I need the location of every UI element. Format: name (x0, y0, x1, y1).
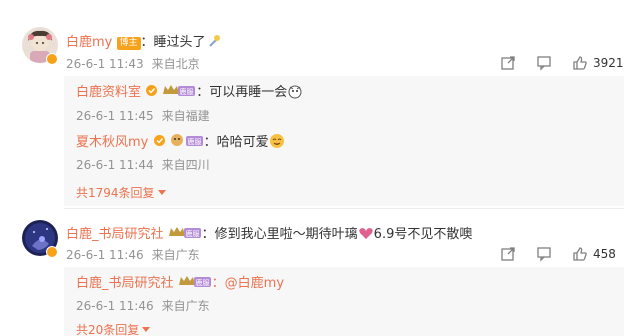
reply-item: 白鹿_书局研究社 鹿服 ：@白鹿my (76, 272, 284, 293)
reply-date: 26-6-1 11:46 (76, 299, 154, 313)
more-replies-label: 共20条回复 (76, 323, 140, 336)
emoji-icon (206, 33, 222, 53)
comment-author[interactable]: 白鹿my 博主 ：睡过头了 (66, 31, 222, 53)
like-button[interactable]: 3921 (572, 53, 624, 73)
reply-item: 白鹿资料室 鹿服 ：可以再睡一会 (76, 81, 303, 103)
comment-icon (537, 247, 551, 262)
comment-icon (537, 56, 551, 71)
like-icon (573, 56, 587, 70)
share-icon (501, 247, 515, 261)
emoji-icon (269, 133, 285, 153)
comment-meta: 26-6-1 11:46 来自广东 (66, 246, 208, 263)
reply-text: ：哈哈可爱 (203, 135, 269, 150)
like-count: 3921 (593, 56, 624, 70)
more-replies-label: 共1794条回复 (76, 186, 155, 200)
like-icon (573, 247, 587, 261)
crown-icon: 鹿服 (162, 82, 196, 102)
author-name[interactable]: 白鹿my (66, 35, 112, 50)
reply-list: 白鹿资料室 鹿服 ：可以再睡一会 26-6-1 11:45 来自福建 夏木秋风my … (64, 76, 624, 206)
reply-author[interactable]: 白鹿资料室 (76, 85, 141, 100)
comment-actions: 458 (500, 244, 620, 264)
reply-item: 夏木秋风my 鹿服 ：哈哈可爱 (76, 131, 285, 153)
reply-text[interactable]: ：@白鹿my (212, 276, 284, 291)
crown-icon: 鹿服 (178, 273, 212, 293)
author-name[interactable]: 白鹿_书局研究社 (66, 227, 164, 242)
comment-meta: 26-6-1 11:43 来自北京 (66, 55, 208, 72)
heart-icon (358, 225, 374, 245)
comment-date: 26-6-1 11:46 (66, 248, 144, 262)
chevron-down-icon (157, 190, 166, 195)
reply-location: 来自四川 (161, 158, 210, 172)
reply-location: 来自福建 (161, 109, 210, 123)
reply-text: ：可以再睡一会 (196, 85, 288, 100)
emoji-icon (287, 83, 303, 103)
reply-meta: 26-6-1 11:46 来自广东 (76, 297, 218, 314)
reply-date: 26-6-1 11:45 (76, 109, 154, 123)
chevron-down-icon (142, 327, 151, 332)
comment-text: ：修到我心里啦～期待叶璃 (201, 227, 358, 242)
share-icon (501, 56, 515, 70)
reply-button[interactable] (536, 244, 552, 264)
comment-item: 白鹿_书局研究社 鹿服 ：修到我心里啦～期待叶璃 6.9号不见不散噢 26-6-1 … (0, 209, 624, 336)
reply-button[interactable] (536, 53, 552, 73)
comment-text-tail: 6.9号不见不散噢 (373, 227, 473, 242)
crown-icon: 鹿服 (170, 132, 204, 152)
verified-icon (145, 84, 158, 101)
crown-icon: 鹿服 (168, 224, 202, 244)
reply-author[interactable]: 白鹿_书局研究社 (76, 276, 174, 291)
comment-date: 26-6-1 11:43 (66, 57, 144, 71)
comment-text: ：睡过头了 (140, 35, 206, 50)
verified-icon (46, 53, 58, 65)
reply-date: 26-6-1 11:44 (76, 158, 154, 172)
like-button[interactable]: 458 (572, 244, 616, 264)
reply-author[interactable]: 夏木秋风my (76, 135, 148, 150)
like-count: 458 (593, 247, 616, 261)
share-button[interactable] (500, 244, 516, 264)
svg-text:鹿服: 鹿服 (185, 229, 199, 238)
comment-author[interactable]: 白鹿_书局研究社 鹿服 ：修到我心里啦～期待叶璃 6.9号不见不散噢 (66, 223, 472, 245)
reply-location: 来自广东 (161, 299, 210, 313)
reply-list: 白鹿_书局研究社 鹿服 ：@白鹿my 26-6-1 11:46 来自广东 共20条回… (64, 267, 624, 336)
verified-icon (153, 134, 166, 151)
comment-location: 来自广东 (151, 248, 200, 262)
more-replies-link[interactable]: 共20条回复 (76, 321, 151, 336)
comment-location: 来自北京 (151, 57, 200, 71)
comment-item: 白鹿my 博主 ：睡过头了 26-6-1 11:43 来自北京 3921 白鹿资料室… (0, 0, 624, 212)
svg-text:鹿服: 鹿服 (187, 137, 201, 146)
reply-meta: 26-6-1 11:45 来自福建 (76, 107, 218, 124)
svg-text:鹿服: 鹿服 (195, 278, 209, 287)
svg-text:鹿服: 鹿服 (180, 87, 194, 96)
comment-actions: 3921 (500, 53, 624, 73)
share-button[interactable] (500, 53, 516, 73)
blogger-tag: 博主 (116, 37, 141, 50)
more-replies-link[interactable]: 共1794条回复 (76, 184, 166, 201)
verified-icon (46, 246, 58, 258)
reply-meta: 26-6-1 11:44 来自四川 (76, 156, 218, 173)
